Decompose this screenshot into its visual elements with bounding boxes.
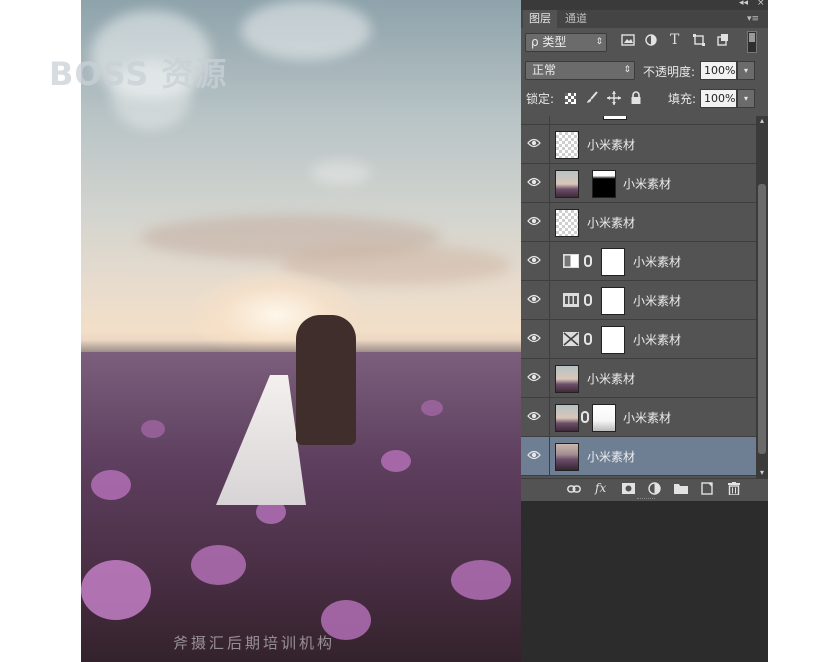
layer-mask-thumb[interactable] [592, 170, 616, 198]
layer-row[interactable]: 小米素材 [521, 398, 756, 437]
layer-thumbnail [555, 170, 579, 198]
layer-thumbnail [555, 404, 579, 432]
layer-name[interactable]: 小米素材 [633, 292, 681, 309]
layer-thumbnail [555, 131, 579, 159]
layer-mask-thumb[interactable] [601, 248, 625, 276]
layers-panel: ◂◂ × 图层 通道 ▾≡ ρ 类型 ⇕ T 正常 ⇕ 不透明度: 100% ▾… [521, 0, 768, 662]
gradient-map-icon[interactable] [563, 332, 579, 346]
layer-row[interactable]: 小米素材 [521, 359, 756, 398]
visibility-eye-icon[interactable] [527, 294, 541, 304]
tab-layers[interactable]: 图层 [523, 10, 557, 28]
blend-mode-value: 正常 [532, 63, 557, 77]
chevron-updown-icon: ⇕ [623, 65, 631, 75]
layer-name[interactable]: 小米素材 [587, 214, 635, 231]
trash-icon[interactable] [728, 482, 740, 498]
blend-mode-select[interactable]: 正常 ⇕ [525, 61, 635, 80]
filter-toggle[interactable] [747, 31, 757, 53]
layer-thumbnail [555, 443, 579, 471]
visibility-eye-icon[interactable] [527, 255, 541, 265]
layer-name[interactable]: 小米素材 [633, 331, 681, 348]
fill-input[interactable]: 100% [700, 89, 737, 108]
filter-type-select[interactable]: ρ 类型 ⇕ [525, 33, 607, 52]
lock-brush-icon[interactable] [585, 91, 599, 108]
layer-row[interactable]: 小米素材 [521, 125, 756, 164]
layer-row[interactable]: 小米素材 [521, 242, 756, 281]
fx-icon[interactable]: fx [595, 481, 606, 495]
layer-row[interactable]: 小米素材 [521, 203, 756, 242]
scrollbar-thumb[interactable] [758, 184, 766, 454]
layer-row[interactable]: 小米素材 [521, 281, 756, 320]
smart-object-icon[interactable] [717, 34, 729, 49]
fill-label: 填充: [668, 92, 697, 106]
tab-channels[interactable]: 通道 [559, 10, 593, 28]
canvas-photo: 斧摄汇后期培训机构 [81, 0, 521, 662]
layer-name[interactable]: 小米素材 [633, 253, 681, 270]
layer-name[interactable]: 小米素材 [587, 448, 635, 465]
layer-mask-thumb[interactable] [601, 287, 625, 315]
layer-name[interactable]: 小米素材 [623, 175, 671, 192]
panel-menu-icon[interactable]: ▾≡ [747, 10, 759, 28]
visibility-eye-icon[interactable] [527, 216, 541, 226]
lock-move-icon[interactable] [607, 91, 621, 108]
visibility-eye-icon[interactable] [527, 333, 541, 343]
new-group-icon[interactable] [674, 483, 688, 497]
new-layer-icon[interactable] [701, 482, 713, 498]
panel-footer: fx [521, 478, 768, 501]
layer-name[interactable]: 小米素材 [623, 409, 671, 426]
lock-all-icon[interactable] [630, 91, 642, 108]
opacity-label: 不透明度: [643, 65, 696, 79]
layer-name[interactable]: 小米素材 [587, 136, 635, 153]
collapse-icon[interactable]: ◂◂ [739, 0, 748, 8]
chain-link-icon[interactable] [584, 294, 592, 306]
canvas-watermark: 斧摄汇后期培训机构 [173, 634, 336, 652]
layer-thumbnail [555, 209, 579, 237]
chain-link-icon[interactable] [584, 255, 592, 267]
lock-transparent-icon[interactable] [565, 93, 576, 107]
panel-tabs: 图层 通道 ▾≡ [521, 10, 768, 28]
layer-row-selected[interactable]: 小米素材 [521, 437, 756, 476]
site-watermark: BOSS 资源 [49, 55, 228, 93]
opacity-dropdown-icon[interactable]: ▾ [737, 61, 755, 80]
layer-row-partial[interactable] [521, 116, 756, 125]
image-icon[interactable] [621, 34, 635, 49]
layer-mask-thumb[interactable] [601, 326, 625, 354]
new-adjustment-icon[interactable] [648, 482, 661, 498]
shape-icon[interactable] [693, 34, 705, 49]
filter-type-label: ρ 类型 [531, 35, 567, 49]
visibility-eye-icon[interactable] [527, 411, 541, 421]
adjustment-icon[interactable] [645, 34, 657, 49]
opacity-input[interactable]: 100% [700, 61, 737, 80]
curves-icon[interactable] [563, 293, 579, 307]
levels-icon[interactable] [563, 254, 579, 268]
layer-mask-thumb [603, 116, 627, 120]
layer-list: 小米素材 小米素材 小米素材 小米素材 小米素材 小米素材 小米素材 小米素材 … [521, 116, 756, 478]
panel-top-strip: ◂◂ × [521, 0, 768, 10]
close-icon[interactable]: × [757, 0, 765, 8]
layer-list-scrollbar[interactable]: ▴ ▾ [756, 116, 768, 478]
layer-mask-thumb[interactable] [592, 404, 616, 432]
scroll-up-icon[interactable]: ▴ [756, 116, 768, 126]
lock-label: 锁定: [526, 92, 555, 106]
visibility-eye-icon[interactable] [527, 372, 541, 382]
add-mask-icon[interactable] [622, 483, 635, 497]
visibility-eye-icon[interactable] [527, 450, 541, 460]
layer-thumbnail [555, 365, 579, 393]
chain-link-icon[interactable] [581, 411, 589, 423]
chain-link-icon[interactable] [584, 333, 592, 345]
visibility-eye-icon[interactable] [527, 138, 541, 148]
type-icon[interactable]: T [670, 32, 679, 48]
layer-row[interactable]: 小米素材 [521, 164, 756, 203]
scroll-down-icon[interactable]: ▾ [756, 468, 768, 478]
panel-empty-area [521, 501, 768, 662]
chevron-updown-icon: ⇕ [595, 37, 603, 47]
fill-dropdown-icon[interactable]: ▾ [737, 89, 755, 108]
layer-row[interactable]: 小米素材 [521, 320, 756, 359]
visibility-eye-icon[interactable] [527, 177, 541, 187]
link-layers-icon[interactable] [567, 483, 581, 497]
layer-name[interactable]: 小米素材 [587, 370, 635, 387]
